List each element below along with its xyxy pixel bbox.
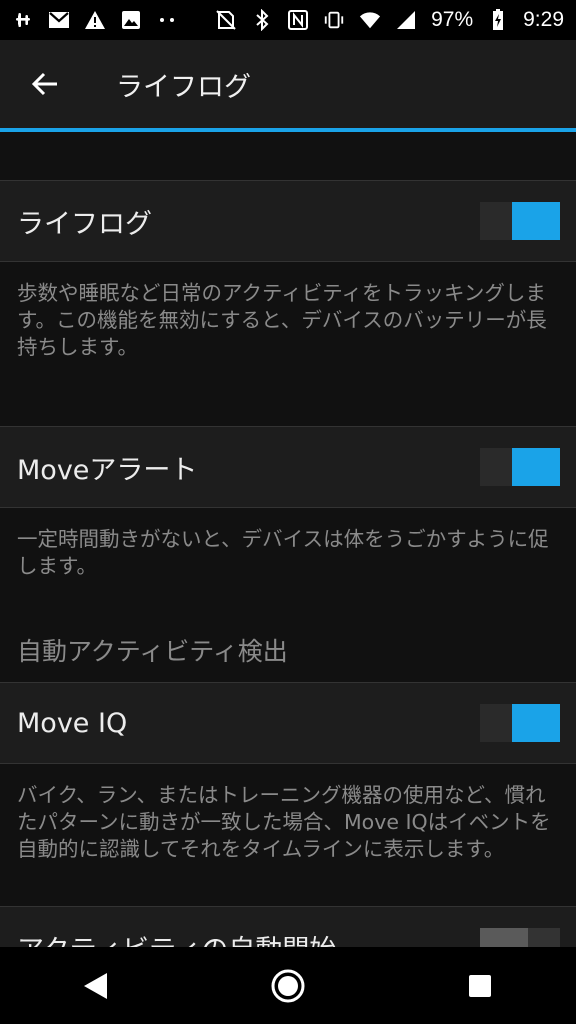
app-bar: ライフログ	[0, 40, 576, 128]
bluetooth-icon	[251, 9, 273, 31]
slack-icon	[12, 9, 34, 31]
section-header: 自動アクティビティ検出	[17, 637, 288, 666]
back-button[interactable]	[22, 61, 68, 107]
signal-icon	[395, 9, 417, 31]
clock: 9:29	[523, 8, 564, 31]
nav-recents-button[interactable]	[450, 956, 510, 1016]
page-title: ライフログ	[116, 71, 251, 103]
move-alert-toggle[interactable]	[480, 448, 560, 486]
arrow-left-icon	[31, 72, 57, 96]
status-bar: 97% 9:29	[0, 0, 576, 40]
setting-row-lifelog[interactable]: ライフログ	[0, 180, 576, 262]
no-sim-icon	[215, 9, 237, 31]
nfc-icon	[287, 9, 309, 31]
square-recents-icon	[469, 974, 491, 997]
warning-icon	[84, 9, 106, 31]
settings-list[interactable]: ライフログ 歩数や睡眠など日常のアクティビティをトラッキングします。この機能を無…	[0, 132, 576, 947]
more-dots-icon	[156, 9, 178, 31]
nav-home-button[interactable]	[258, 956, 318, 1016]
battery-icon	[487, 9, 509, 31]
lifelog-toggle[interactable]	[480, 202, 560, 240]
setting-row-auto-activity-start[interactable]: アクティビティの自動開始	[0, 906, 576, 947]
gmail-icon	[48, 9, 70, 31]
setting-description: バイク、ラン、またはトレーニング機器の使用など、慣れたパターンに動きが一致した場…	[17, 783, 551, 861]
navigation-bar	[0, 947, 576, 1024]
setting-label: Move IQ	[17, 707, 128, 739]
setting-row-move-alert[interactable]: Moveアラート	[0, 426, 576, 508]
setting-row-move-iq[interactable]: Move IQ	[0, 682, 576, 764]
setting-label: ライフログ	[17, 208, 152, 240]
setting-description: 歩数や睡眠など日常のアクティビティをトラッキングします。この機能を無効にすると、…	[17, 281, 547, 359]
setting-label: Moveアラート	[17, 454, 198, 486]
setting-label: アクティビティの自動開始	[17, 928, 336, 948]
circle-home-icon	[271, 969, 305, 1002]
image-icon	[120, 9, 142, 31]
auto-activity-start-toggle[interactable]	[480, 928, 560, 947]
wifi-icon	[359, 9, 381, 31]
vibrate-icon	[323, 9, 345, 31]
move-iq-toggle[interactable]	[480, 704, 560, 742]
setting-description: 一定時間動きがないと、デバイスは体をうごかすように促します。	[17, 527, 549, 578]
nav-back-button[interactable]	[66, 956, 126, 1016]
triangle-back-icon	[84, 972, 107, 999]
battery-percent: 97%	[431, 8, 474, 31]
